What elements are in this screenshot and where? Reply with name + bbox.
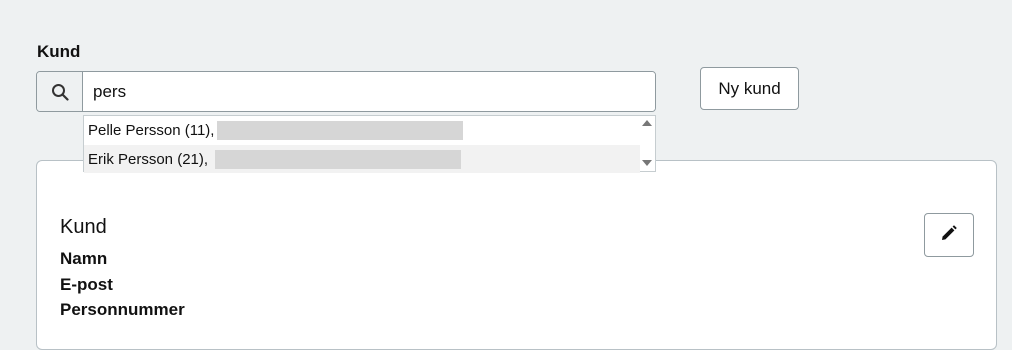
suggestion-text-pre: Pelle [88,121,126,139]
autocomplete-dropdown: Pelle Pers son (11), Erik Pers son (21), [83,115,656,173]
field-personal-number-label: Personnummer [60,300,185,319]
customer-label: Kund [37,42,81,61]
customer-search-group [36,71,656,112]
card-title: Kund [60,216,107,238]
suggestion-text-match: Pers [118,150,149,168]
redacted-address [215,149,462,169]
new-customer-button[interactable]: Ny kund [700,67,799,110]
search-icon [37,72,83,111]
pencil-icon [940,224,958,247]
edit-button[interactable] [924,213,974,257]
suggestion-text-match: Pers [125,121,157,139]
scroll-up-arrow-icon[interactable] [642,120,652,126]
field-name-label: Namn [60,249,108,268]
suggestion-text-post: son (21), [148,150,213,168]
suggestion-text-post: son (11), [156,121,215,139]
customer-search-input[interactable] [83,72,655,111]
redacted-address [217,120,464,140]
suggestion-item[interactable]: Pelle Pers son (11), [84,116,640,144]
suggestion-item[interactable]: Erik Pers son (21), [84,145,640,173]
scroll-down-arrow-icon[interactable] [642,160,652,166]
suggestion-text-pre: Erik [88,150,118,168]
field-email-label: E-post [60,275,113,294]
customer-card: Kund Namn E-post Personnummer [36,160,997,350]
